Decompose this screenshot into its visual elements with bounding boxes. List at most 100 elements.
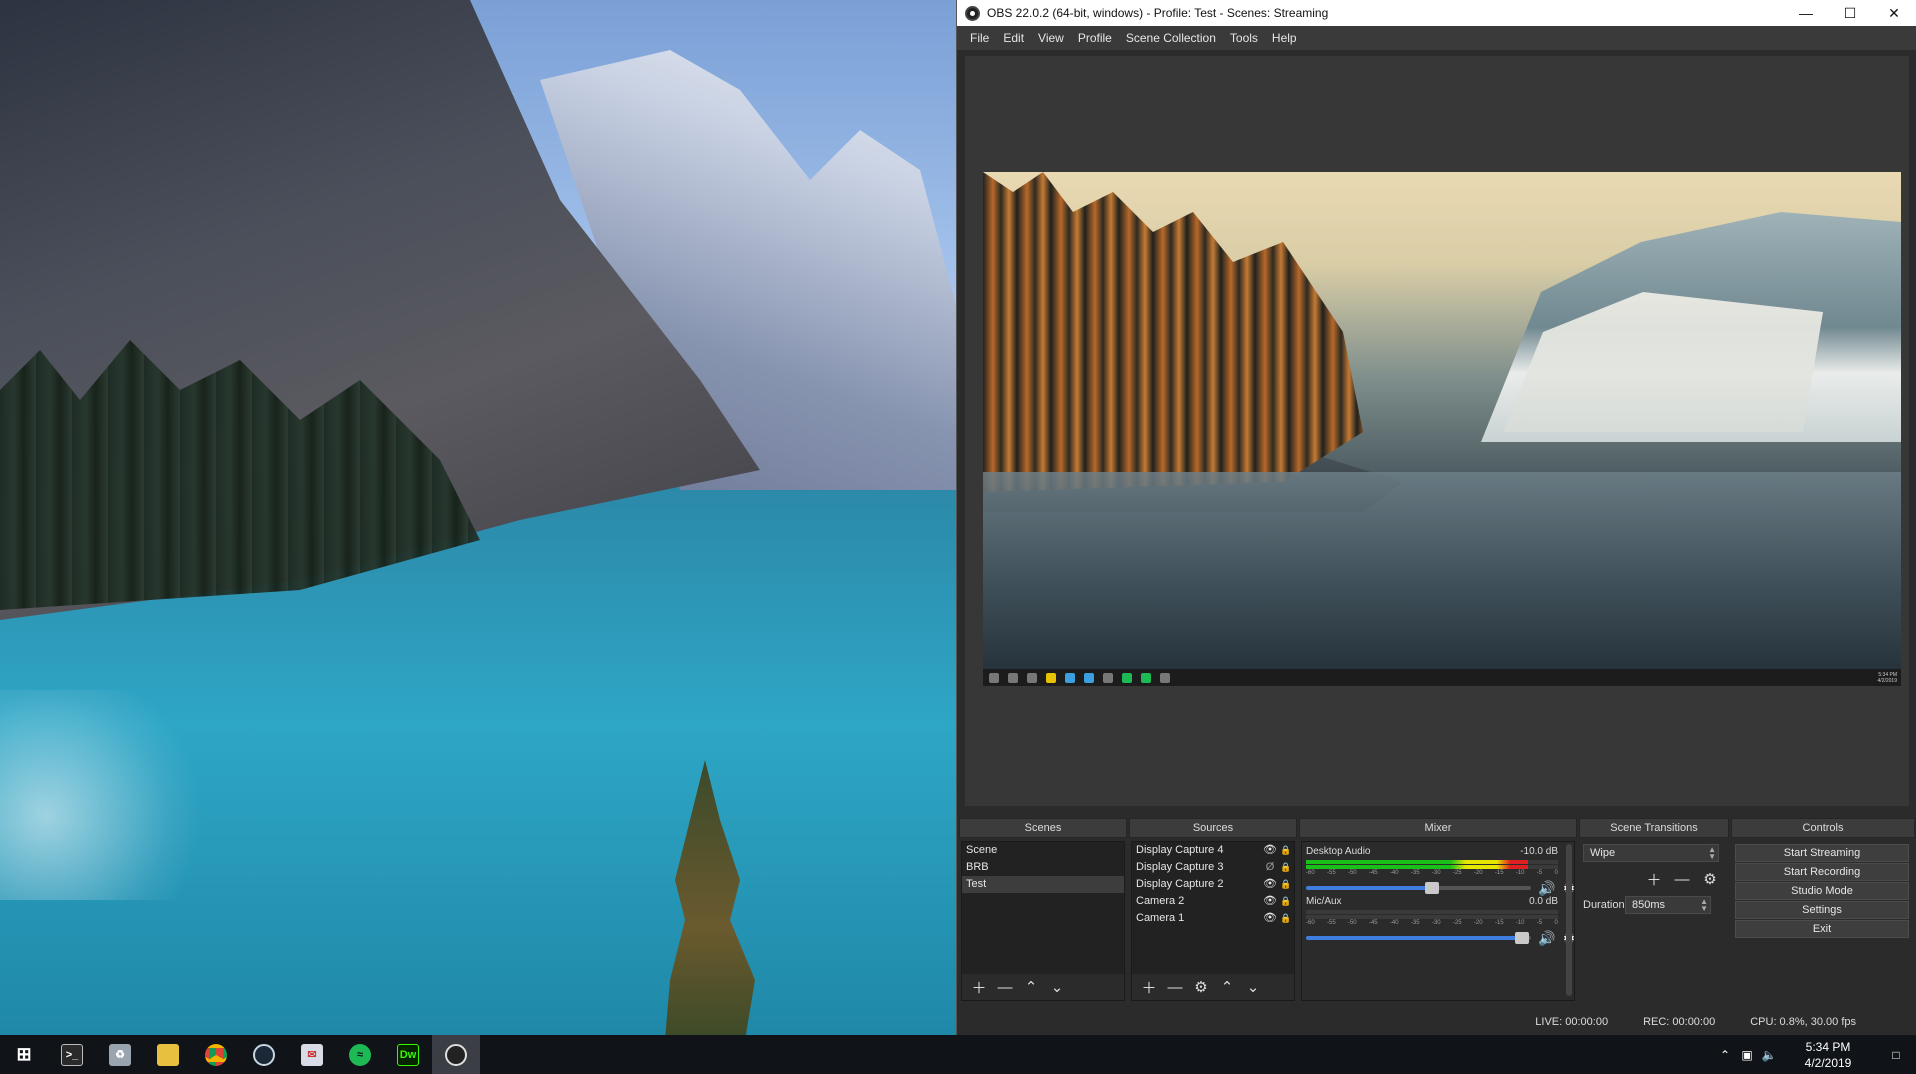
windows-taskbar: ⊞ >_ ♻ ✉ ≈ Dw ⌃ ▣ 🔈 5:34 PM 4/2/2019 □	[0, 1035, 1916, 1074]
menu-file[interactable]: File	[963, 31, 996, 45]
volume-slider-thumb[interactable]	[1514, 932, 1529, 944]
scene-item-test[interactable]: Test	[962, 876, 1124, 893]
meter-tick-label: -15	[1494, 870, 1504, 876]
taskbar-file-explorer[interactable]	[144, 1035, 192, 1074]
start-streaming-button[interactable]: Start Streaming	[1735, 844, 1909, 862]
source-item[interactable]: Display Capture 3 Ø 🔒	[1132, 859, 1294, 876]
scene-item-brb[interactable]: BRB	[962, 859, 1124, 876]
mixer-header: Mixer	[1299, 818, 1577, 838]
duration-row: Duration 850ms ▲ ▼	[1579, 896, 1729, 914]
meter-tick-label: -25	[1452, 870, 1462, 876]
preview-dreamweaver-icon	[1141, 672, 1151, 683]
move-scene-up-button[interactable]: ⌃	[1020, 976, 1042, 998]
mixer-scrollbar[interactable]	[1566, 844, 1572, 996]
network-icon[interactable]: ▣	[1736, 1048, 1758, 1062]
lock-icon[interactable]: 🔒	[1278, 878, 1294, 892]
taskbar-recycle-bin[interactable]: ♻	[96, 1035, 144, 1074]
taskbar-mail[interactable]: ✉	[288, 1035, 336, 1074]
obs-window: OBS 22.0.2 (64-bit, windows) - Profile: …	[956, 0, 1916, 1035]
eye-icon[interactable]: 👁	[1262, 895, 1278, 909]
exit-button[interactable]: Exit	[1735, 920, 1909, 938]
menu-help[interactable]: Help	[1265, 31, 1304, 45]
studio-mode-button[interactable]: Studio Mode	[1735, 882, 1909, 900]
volume-slider[interactable]	[1306, 882, 1531, 894]
add-transition-button[interactable]: ＋	[1643, 868, 1665, 890]
preview-recycle-icon	[1027, 672, 1037, 683]
meter-tick-label: -35	[1410, 920, 1420, 926]
source-item[interactable]: Display Capture 2 👁 🔒	[1132, 876, 1294, 893]
taskbar-clock[interactable]: 5:34 PM 4/2/2019	[1780, 1039, 1876, 1071]
window-title: OBS 22.0.2 (64-bit, windows) - Profile: …	[987, 6, 1329, 20]
menu-profile[interactable]: Profile	[1071, 31, 1119, 45]
notification-icon[interactable]: □	[1876, 1048, 1916, 1062]
source-name: Camera 1	[1136, 912, 1185, 924]
volume-slider-thumb[interactable]	[1424, 882, 1439, 894]
taskbar-steam[interactable]	[240, 1035, 288, 1074]
transition-select[interactable]: Wipe ▲ ▼	[1583, 844, 1719, 862]
program-preview[interactable]: 5:34 PM 4/2/2019	[983, 172, 1901, 686]
taskbar-terminal[interactable]: >_	[48, 1035, 96, 1074]
taskbar-spotify[interactable]: ≈	[336, 1035, 384, 1074]
scene-item-scene[interactable]: Scene	[962, 842, 1124, 859]
lock-icon[interactable]: 🔒	[1278, 912, 1294, 926]
sources-header: Sources	[1129, 818, 1297, 838]
transition-select-value: Wipe	[1590, 847, 1616, 859]
preview-autumn-trees	[983, 172, 1363, 492]
terminal-icon: >_	[61, 1043, 83, 1066]
eye-icon[interactable]: 👁	[1262, 912, 1278, 926]
scenes-list[interactable]: Scene BRB Test ＋ — ⌃ ⌄	[961, 841, 1125, 1001]
volume-slider[interactable]	[1306, 932, 1531, 944]
menu-edit[interactable]: Edit	[996, 31, 1031, 45]
taskbar-chrome[interactable]	[192, 1035, 240, 1074]
transition-gear-icon[interactable]: ⚙	[1699, 868, 1721, 890]
source-item[interactable]: Display Capture 4 👁 🔒	[1132, 842, 1294, 859]
speaker-icon[interactable]: 🔊	[1538, 879, 1556, 897]
meter-tick-label: -15	[1494, 920, 1504, 926]
mixer-channel-mic-aux: Mic/Aux 0.0 dB -60 -55 -50 -45 -40 -35 -30 -25-…	[1306, 896, 1575, 954]
transitions-header: Scene Transitions	[1579, 818, 1729, 838]
start-recording-button[interactable]: Start Recording	[1735, 863, 1909, 881]
minimize-button[interactable]: —	[1784, 0, 1828, 26]
source-properties-gear-icon[interactable]: ⚙	[1190, 976, 1212, 998]
maximize-button[interactable]: ☐	[1828, 0, 1872, 26]
speaker-icon[interactable]: 🔊	[1538, 929, 1556, 947]
menu-view[interactable]: View	[1031, 31, 1071, 45]
remove-source-button[interactable]: —	[1164, 976, 1186, 998]
eye-icon[interactable]: 👁	[1262, 878, 1278, 892]
meter-tick-label: -55	[1326, 920, 1336, 926]
menu-tools[interactable]: Tools	[1223, 31, 1265, 45]
start-button[interactable]: ⊞	[0, 1035, 48, 1074]
eye-icon[interactable]: 👁	[1262, 844, 1278, 858]
dreamweaver-icon: Dw	[397, 1043, 419, 1066]
remove-scene-button[interactable]: —	[994, 976, 1016, 998]
meter-tick-label: 0	[1554, 870, 1558, 876]
close-button[interactable]: ✕	[1872, 0, 1916, 26]
move-scene-down-button[interactable]: ⌄	[1046, 976, 1068, 998]
lock-icon[interactable]: 🔒	[1278, 861, 1294, 875]
duration-spinbox[interactable]: 850ms ▲ ▼	[1625, 896, 1711, 914]
scene-transitions-dock: Scene Transitions Wipe ▲ ▼ ＋ — ⚙ Duration…	[1579, 818, 1729, 1003]
chevron-up-icon[interactable]: ⌃	[1714, 1048, 1736, 1062]
source-item[interactable]: Camera 1 👁 🔒	[1132, 910, 1294, 927]
taskbar-dreamweaver[interactable]: Dw	[384, 1035, 432, 1074]
remove-transition-button[interactable]: —	[1671, 868, 1693, 890]
meter-tick-label: -40	[1389, 870, 1399, 876]
move-source-down-button[interactable]: ⌄	[1242, 976, 1264, 998]
sources-list[interactable]: Display Capture 4 👁 🔒 Display Capture 3 …	[1131, 841, 1295, 1001]
source-item[interactable]: Camera 2 👁 🔒	[1132, 893, 1294, 910]
add-scene-button[interactable]: ＋	[968, 976, 990, 998]
volume-icon[interactable]: 🔈	[1758, 1048, 1780, 1062]
preview-terminal-icon	[1008, 672, 1018, 683]
sources-toolbar: ＋ — ⚙ ⌃ ⌄	[1132, 974, 1294, 1000]
add-source-button[interactable]: ＋	[1138, 976, 1160, 998]
menu-scene-collection[interactable]: Scene Collection	[1119, 31, 1223, 45]
lock-icon[interactable]: 🔒	[1278, 844, 1294, 858]
move-source-up-button[interactable]: ⌃	[1216, 976, 1238, 998]
taskbar-obs[interactable]	[432, 1035, 480, 1074]
lock-icon[interactable]: 🔒	[1278, 895, 1294, 909]
title-bar[interactable]: OBS 22.0.2 (64-bit, windows) - Profile: …	[957, 0, 1916, 26]
settings-button[interactable]: Settings	[1735, 901, 1909, 919]
meter-tick-label: -10	[1515, 920, 1525, 926]
preview-area[interactable]: 5:34 PM 4/2/2019	[965, 56, 1909, 806]
eye-hidden-icon[interactable]: Ø	[1262, 861, 1278, 875]
